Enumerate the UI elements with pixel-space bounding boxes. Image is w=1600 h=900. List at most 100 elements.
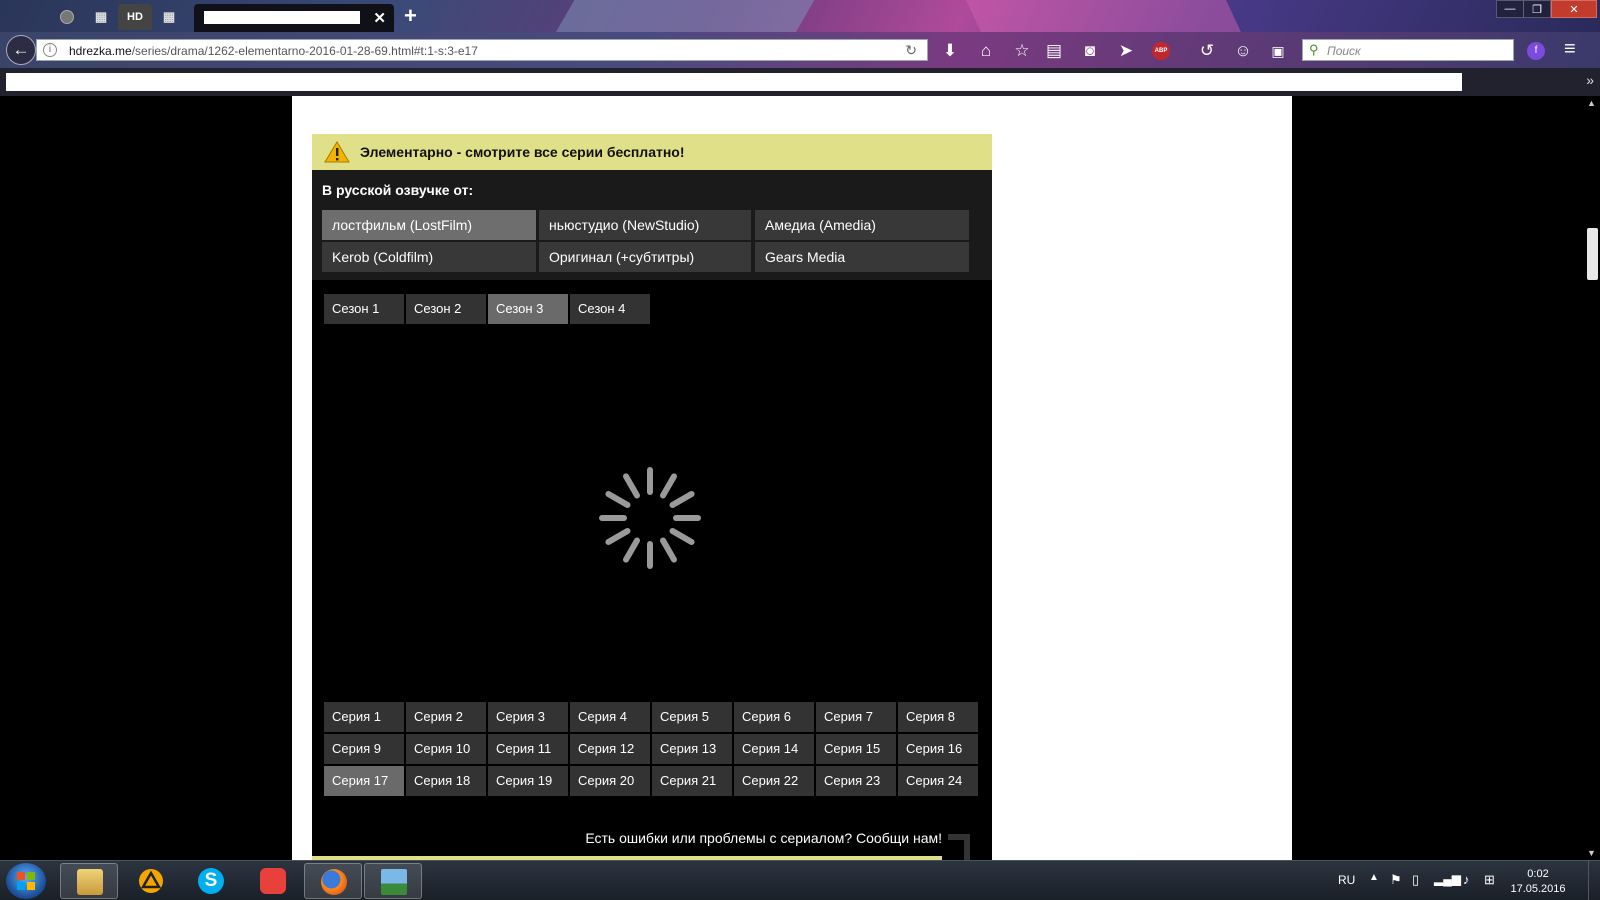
episode-button[interactable]: Серия 4 [570, 702, 650, 732]
spinner-spoke [605, 528, 631, 545]
taskbar-aimp[interactable] [122, 863, 180, 899]
extension-icon[interactable]: ▣ [1267, 40, 1289, 62]
episode-button[interactable]: Серия 19 [488, 766, 568, 796]
episode-button[interactable]: Серия 24 [898, 766, 978, 796]
show-desktop-button[interactable] [1588, 861, 1600, 900]
clock-time: 0:02 [1527, 868, 1549, 880]
episode-button[interactable]: Серия 20 [570, 766, 650, 796]
bookmarks-overflow-icon[interactable]: » [1586, 72, 1594, 88]
episode-button[interactable]: Серия 16 [898, 734, 978, 764]
episode-button[interactable]: Серия 10 [406, 734, 486, 764]
episode-button[interactable]: Серия 13 [652, 734, 732, 764]
reload-icon[interactable]: ↻ [905, 42, 917, 59]
pinned-tab[interactable] [52, 4, 82, 30]
scrollbar-thumb[interactable] [1587, 228, 1598, 280]
voice-option[interactable]: Оригинал (+субтитры) [539, 242, 751, 272]
pocket-icon[interactable]: ◙ [1079, 40, 1101, 62]
home-icon[interactable]: ⌂ [975, 40, 997, 62]
episode-button[interactable]: Серия 21 [652, 766, 732, 796]
voice-option[interactable]: Gears Media [755, 242, 969, 272]
season-tab[interactable]: Сезон 2 [406, 294, 486, 324]
account-icon[interactable]: f [1527, 42, 1545, 60]
report-problem-link[interactable]: Есть ошибки или проблемы с сериалом? Соо… [585, 830, 942, 846]
video-player-panel: Элементарно - смотрите все серии бесплат… [312, 134, 992, 860]
bookmarks-toolbar: » [0, 68, 1600, 96]
season-tab[interactable]: Сезон 4 [570, 294, 650, 324]
episode-button[interactable]: Серия 11 [488, 734, 568, 764]
taskbar-screenshot-tool[interactable] [244, 863, 302, 899]
voice-option[interactable]: Амедиа (Amedia) [755, 210, 969, 240]
taskbar-skype[interactable]: S [182, 863, 240, 899]
camera-icon [260, 868, 286, 894]
voice-heading: В русской озвучке от: [322, 182, 474, 198]
tab-bar: ▦ HD ▦ ✕ + — ❐ ✕ [0, 0, 1600, 32]
page-scrollbar[interactable]: ▲ ▼ [1584, 96, 1600, 860]
volume-icon[interactable]: ♪ [1463, 872, 1470, 887]
scroll-up-icon[interactable]: ▲ [1587, 98, 1596, 108]
taskbar-file-explorer[interactable] [60, 863, 118, 899]
episode-button[interactable]: Серия 23 [816, 766, 896, 796]
hamburger-menu-icon[interactable]: ≡ [1564, 38, 1576, 61]
restore-button[interactable]: ❐ [1523, 0, 1551, 18]
close-tab-icon[interactable]: ✕ [373, 9, 386, 27]
back-button[interactable]: ← [6, 35, 36, 65]
episode-button[interactable]: Серия 6 [734, 702, 814, 732]
navigation-toolbar: ← i hdrezka.me/series/drama/1262-element… [0, 32, 1600, 68]
start-button[interactable] [6, 863, 46, 899]
episode-button[interactable]: Серия 7 [816, 702, 896, 732]
search-field[interactable]: ⚲ Поиск [1302, 39, 1514, 61]
clock[interactable]: 0:02 17.05.2016 [1508, 867, 1568, 897]
season-tab[interactable]: Сезон 3 [488, 294, 568, 324]
episode-button[interactable]: Серия 14 [734, 734, 814, 764]
pinned-tab[interactable]: ▦ [154, 4, 184, 30]
voice-option[interactable]: ньюстудио (NewStudio) [539, 210, 751, 240]
episode-button[interactable]: Серия 9 [324, 734, 404, 764]
episode-button[interactable]: Серия 12 [570, 734, 650, 764]
address-bar[interactable]: i hdrezka.me/series/drama/1262-elementar… [36, 39, 928, 61]
smiley-icon[interactable]: ☺ [1232, 40, 1254, 62]
download-icon[interactable]: ⬇ [939, 40, 961, 62]
bookmark-star-icon[interactable]: ☆ [1011, 40, 1033, 62]
episode-button[interactable]: Серия 1 [324, 702, 404, 732]
episode-button[interactable]: Серия 22 [734, 766, 814, 796]
close-window-button[interactable]: ✕ [1551, 0, 1597, 18]
active-tab[interactable]: ✕ [194, 4, 394, 32]
windows-logo-icon [17, 872, 35, 890]
notice-banner: Элементарно - смотрите все серии бесплат… [312, 134, 992, 170]
pinned-tab-active[interactable]: HD [118, 4, 152, 30]
voice-option[interactable]: лостфильм (LostFilm) [322, 210, 536, 240]
episode-button[interactable]: Серия 17 [324, 766, 404, 796]
history-icon[interactable]: ↺ [1196, 40, 1218, 62]
skype-icon: S [198, 868, 224, 894]
picture-icon [381, 869, 407, 895]
spinner-spoke [669, 528, 695, 545]
action-center-flag-icon[interactable]: ⚑ [1390, 872, 1402, 888]
site-info-icon[interactable]: i [43, 43, 57, 57]
episode-button[interactable]: Серия 15 [816, 734, 896, 764]
windows-flag-icon[interactable]: ⊞ [1484, 872, 1495, 888]
pinned-tab[interactable] [18, 4, 48, 30]
spinner-spoke [623, 473, 640, 499]
aimp-triangle-icon [139, 869, 163, 893]
minimize-button[interactable]: — [1496, 0, 1524, 18]
episode-button[interactable]: Серия 3 [488, 702, 568, 732]
episode-button[interactable]: Серия 8 [898, 702, 978, 732]
episode-button[interactable]: Серия 5 [652, 702, 732, 732]
scroll-down-icon[interactable]: ▼ [1587, 848, 1596, 858]
language-indicator[interactable]: RU [1338, 873, 1355, 887]
pinned-tab[interactable]: ▦ [86, 4, 116, 30]
adblock-icon[interactable]: ABP [1152, 42, 1170, 60]
show-hidden-icons-icon[interactable]: ▲ [1369, 872, 1379, 883]
network-signal-icon[interactable]: ▂▄▆ [1434, 872, 1461, 886]
send-icon[interactable]: ➤ [1115, 40, 1137, 62]
bookmarks-area [6, 73, 1462, 91]
device-icon[interactable]: ▯ [1412, 872, 1419, 888]
taskbar-firefox[interactable] [304, 863, 362, 899]
season-tab[interactable]: Сезон 1 [324, 294, 404, 324]
episode-button[interactable]: Серия 2 [406, 702, 486, 732]
voice-option[interactable]: Kerob (Coldfilm) [322, 242, 536, 272]
taskbar-image-viewer[interactable] [364, 863, 422, 899]
new-tab-button[interactable]: + [404, 3, 417, 29]
bookmarks-list-icon[interactable]: ▤ [1043, 40, 1065, 62]
episode-button[interactable]: Серия 18 [406, 766, 486, 796]
